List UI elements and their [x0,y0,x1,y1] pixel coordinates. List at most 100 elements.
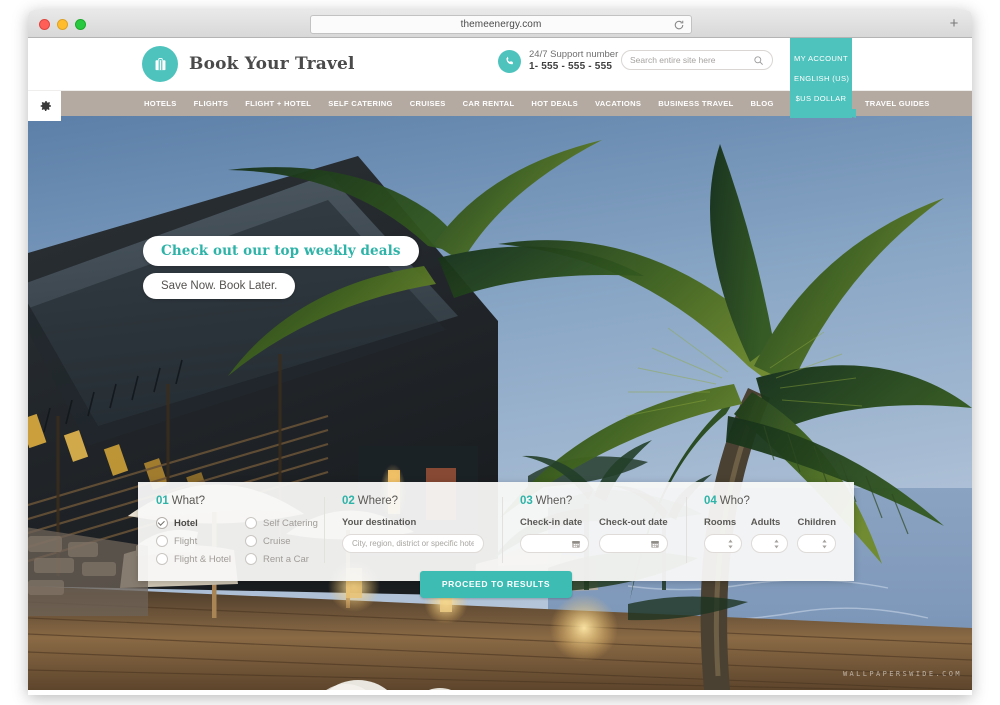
step-who-label: Who? [719,495,750,507]
radio-flight-mark[interactable] [156,535,168,547]
children-label: Children [797,517,836,528]
stepper-arrows-icon[interactable] [773,539,780,549]
calendar-icon[interactable] [650,539,660,549]
radio-cruise[interactable]: Cruise [245,535,318,547]
reload-icon[interactable] [673,19,685,31]
destination-input[interactable] [352,539,474,548]
radio-cruise-mark[interactable] [245,535,258,547]
adults-field[interactable] [750,534,789,553]
image-watermark: WALLPAPERSWIDE.COM [842,670,962,678]
site-logo[interactable]: Book Your Travel [142,46,355,82]
radio-flight[interactable]: Flight [156,535,231,547]
gear-icon[interactable] [37,98,53,114]
step-what: 01 What? Hotel Flight Flight & Hotel Sel… [138,495,324,565]
stepper-arrows-icon[interactable] [727,539,734,549]
submit-row: PROCEED TO RESULTS [138,571,854,598]
nav-item-flight-hotel[interactable]: FLIGHT + HOTEL [245,99,311,108]
browser-window: themeenergy.com + Book Your Travel 24/7 … [28,10,972,695]
nav-item-travel-guides[interactable]: TRAVEL GUIDES [865,99,930,108]
destination-field[interactable] [342,534,484,553]
ribbon-notch [794,109,856,118]
step-who: 04 Who? Rooms Adults Children [686,495,854,565]
step-when: 03 When? Check-in date Check-out date [502,495,686,565]
radio-hotel-mark[interactable] [156,517,168,529]
radio-rent-a-car-mark[interactable] [245,553,258,565]
stepper-arrows-icon[interactable] [821,539,828,549]
checkout-group: Check-out date [599,517,668,553]
hero-photo [28,116,972,690]
maximize-window-button[interactable] [75,19,86,30]
hero-subline-pill[interactable]: Save Now. Book Later. [143,273,296,299]
radio-flight-hotel-mark[interactable] [156,553,168,565]
minimize-window-button[interactable] [57,19,68,30]
radio-flight-label: Flight [174,535,198,547]
accommodation-type-column-left: Hotel Flight Flight & Hotel [156,517,231,565]
hero-headline-pill[interactable]: Check out our top weekly deals [143,236,419,266]
checkin-field[interactable] [520,534,589,553]
page-content: Book Your Travel 24/7 Support number 1- … [28,38,972,695]
new-tab-button[interactable]: + [946,16,962,32]
browser-titlebar: themeenergy.com + [28,10,972,38]
checkin-label: Check-in date [520,517,583,528]
step-who-number: 04 [704,495,717,507]
close-window-button[interactable] [39,19,50,30]
checkout-field[interactable] [599,534,668,553]
step-where-title: 02 Where? [342,495,484,507]
occupancy-fields: Rooms Adults Children [704,517,836,553]
radio-flight-hotel[interactable]: Flight & Hotel [156,553,231,565]
support-info: 24/7 Support number 1- 555 - 555 - 555 [498,49,618,73]
accommodation-type-group: Hotel Flight Flight & Hotel Self Caterin… [156,517,318,565]
radio-self-catering-mark[interactable] [245,517,258,529]
radio-rent-a-car-label: Rent a Car [263,553,309,565]
site-logo-text: Book Your Travel [189,54,355,74]
nav-item-vacations[interactable]: VACATIONS [595,99,641,108]
calendar-icon[interactable] [571,539,581,549]
site-search[interactable] [621,50,773,70]
nav-item-car-rental[interactable]: CAR RENTAL [463,99,515,108]
account-ribbon: MY ACCOUNT ENGLISH (US) $US DOLLAR [790,38,856,118]
radio-flight-hotel-label: Flight & Hotel [174,553,232,565]
suitcase-icon [142,46,178,82]
support-number: 1- 555 - 555 - 555 [529,60,613,72]
ribbon-item-my-account[interactable]: MY ACCOUNT [794,49,848,69]
nav-item-flights[interactable]: FLIGHTS [194,99,229,108]
search-icon[interactable] [753,55,764,66]
step-where: 02 Where? Your destination [324,495,502,565]
address-bar[interactable]: themeenergy.com [310,15,692,34]
destination-label: Your destination [342,517,417,528]
hero-callouts: Check out our top weekly deals Save Now.… [143,236,419,306]
proceed-to-results-button[interactable]: PROCEED TO RESULTS [419,571,573,598]
nav-item-hot-deals[interactable]: HOT DEALS [531,99,578,108]
step-when-number: 03 [520,495,533,507]
step-where-label: Where? [357,495,399,507]
step-what-number: 01 [156,495,169,507]
adults-group: Adults [750,517,789,553]
nav-item-hotels[interactable]: HOTELS [144,99,177,108]
children-group: Children [797,517,836,553]
search-input[interactable] [630,55,753,65]
rooms-group: Rooms [704,517,742,553]
settings-tab[interactable] [28,91,61,121]
checkout-label: Check-out date [599,517,668,528]
radio-self-catering-label: Self Catering [263,517,318,529]
nav-item-blog[interactable]: BLOG [751,99,774,108]
radio-self-catering[interactable]: Self Catering [245,517,318,529]
rooms-field[interactable] [704,534,742,553]
checkin-group: Check-in date [520,517,589,553]
ribbon-item-language[interactable]: ENGLISH (US) [794,69,849,89]
nav-item-cruises[interactable]: CRUISES [410,99,446,108]
radio-hotel-label: Hotel [174,517,198,529]
accommodation-type-column-right: Self Catering Cruise Rent a Car [245,517,318,565]
nav-item-business-travel[interactable]: BUSINESS TRAVEL [658,99,733,108]
ribbon-item-currency[interactable]: $US DOLLAR [794,89,848,109]
radio-hotel[interactable]: Hotel [156,517,231,529]
radio-rent-a-car[interactable]: Rent a Car [245,553,318,565]
step-where-number: 02 [342,495,355,507]
nav-item-self-catering[interactable]: SELF CATERING [328,99,393,108]
hero-banner: Check out our top weekly deals Save Now.… [28,116,972,690]
children-field[interactable] [797,534,836,553]
site-header: Book Your Travel 24/7 Support number 1- … [28,38,972,118]
support-label: 24/7 Support number [529,49,619,60]
rooms-label: Rooms [704,517,737,528]
step-what-title: 01 What? [156,495,306,507]
